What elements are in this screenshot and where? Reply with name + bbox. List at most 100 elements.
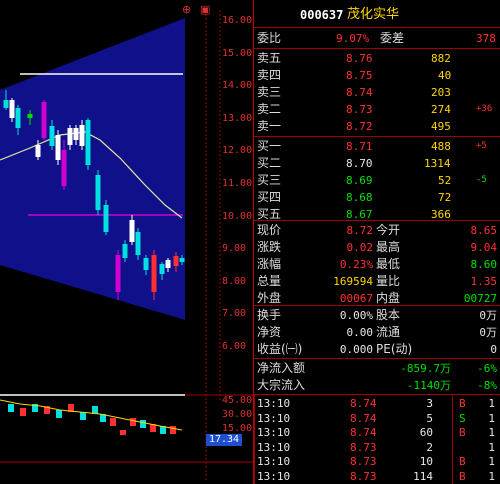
order-volume: 1314 <box>424 157 451 170</box>
order-volume: 488 <box>431 140 451 153</box>
tick-row: 13:10 8.74 60 B 1 <box>254 425 500 440</box>
quote-value: 169594 <box>333 275 373 288</box>
quote-row: 换手 0.00% 股本 0万 <box>254 307 500 324</box>
candle-body <box>15 108 21 128</box>
quote-value: 0.23% <box>339 258 373 271</box>
tick-time: 13:10 <box>257 455 291 469</box>
order-change: +5 <box>476 141 487 151</box>
order-price: 8.76 <box>346 52 373 65</box>
quote-value: 0万 <box>479 309 497 322</box>
quote-label: 净资 <box>257 325 282 339</box>
order-price: 8.69 <box>346 174 373 187</box>
tick-price: 8.74 <box>350 411 377 425</box>
indicator-value: 17.34 <box>206 434 242 446</box>
stock-name: 茂化实华 <box>347 7 400 22</box>
window-icon[interactable]: ▣ <box>200 3 210 16</box>
quote-row: 总量 169594 量比 1.35 <box>254 273 500 290</box>
order-row: 卖二 8.73 274 +36 <box>254 101 500 118</box>
order-label: 卖五 <box>257 51 282 65</box>
kline-chart-area[interactable]: ⊕ ▣ 17.34 16.00 15.00 14.00 13.00 12.00 11.00… <box>0 0 253 484</box>
order-change: +36 <box>476 104 493 114</box>
crosshair-icon[interactable]: ⊕ <box>182 3 191 16</box>
candle-body <box>41 102 47 138</box>
divider <box>254 395 255 484</box>
order-price: 8.74 <box>346 86 373 99</box>
order-row: 卖一 8.72 495 <box>254 118 500 135</box>
order-volume: 495 <box>431 120 451 133</box>
quote-value: 0.02 <box>346 241 374 254</box>
tick-row: 13:10 8.74 3 B 1 <box>254 396 500 411</box>
order-price: 8.75 <box>346 69 373 82</box>
tick-count: 1 <box>488 470 495 483</box>
volume-bars <box>8 404 176 435</box>
ratio-row: 委比 9.07% 委差 378 <box>254 30 500 47</box>
order-volume: 274 <box>431 103 451 116</box>
volume-tick: 15.00 <box>222 423 253 434</box>
quote-label: 流通 <box>376 325 401 339</box>
order-label: 卖一 <box>257 119 282 133</box>
candle-body <box>179 258 185 262</box>
tick-volume: 3 <box>426 397 433 410</box>
quote-value: 1.35 <box>470 275 498 288</box>
order-row: 买四 8.68 72 <box>254 189 500 206</box>
quote-value: 0.000 <box>339 343 373 356</box>
candle-body <box>103 205 109 232</box>
order-price: 8.68 <box>346 191 373 204</box>
order-price: 8.72 <box>346 120 373 133</box>
tick-price: 8.74 <box>350 426 377 440</box>
quote-label: 涨幅 <box>257 257 282 271</box>
price-tick: 10.00 <box>222 210 253 222</box>
quote-label: 最高 <box>376 240 401 254</box>
wb-value: 9.07% <box>336 32 370 45</box>
candle-body <box>3 100 9 108</box>
quote-value: 0.00 <box>346 326 374 339</box>
flow-value: -1140万 <box>406 379 451 392</box>
quote-label: 涨跌 <box>257 240 282 254</box>
quote-value: 0 <box>490 343 497 356</box>
quote-label: 总量 <box>257 274 282 288</box>
volume-tick: 30.00 <box>222 409 253 420</box>
tick-count: 1 <box>488 440 495 454</box>
price-tick: 13.00 <box>222 112 253 124</box>
divider <box>452 395 453 484</box>
volume-bar <box>110 418 116 426</box>
quote-label: 最低 <box>376 257 401 271</box>
tick-volume: 114 <box>413 470 433 483</box>
tick-volume: 5 <box>426 411 433 425</box>
flow-pct: -6% <box>477 362 497 375</box>
quote-label: 换手 <box>257 308 282 322</box>
candle-body <box>49 126 55 146</box>
quote-value: 8.72 <box>346 224 374 237</box>
stock-header: 000637 茂化实华 <box>254 5 500 25</box>
tick-volume: 60 <box>419 426 433 440</box>
order-label: 卖四 <box>257 68 282 82</box>
price-tick: 8.00 <box>222 275 247 287</box>
candle-body <box>95 175 101 210</box>
quote-value: 0.00% <box>339 309 373 322</box>
candle-body <box>55 135 61 160</box>
quote-label: 收益(㈠) <box>257 342 303 356</box>
order-row: 卖五 8.76 882 <box>254 50 500 67</box>
order-price: 8.70 <box>346 157 373 170</box>
tick-count: 1 <box>488 426 495 440</box>
candle-body <box>115 255 121 292</box>
wc-value: 378 <box>476 32 496 45</box>
flow-row: 净流入额 -859.7万 -6% <box>254 360 500 377</box>
quote-value: 9.04 <box>470 241 498 254</box>
candle-body <box>122 244 128 258</box>
order-label: 买一 <box>257 139 282 153</box>
tick-volume: 2 <box>426 440 433 454</box>
quote-label: 股本 <box>376 308 401 322</box>
quote-row: 现价 8.72 今开 8.65 <box>254 222 500 239</box>
candle-body <box>79 125 85 146</box>
price-tick: 12.00 <box>222 145 253 157</box>
quote-row: 收益(㈠) 0.000 PE(动) 0 <box>254 341 500 358</box>
order-change: -5 <box>476 175 487 185</box>
kline-chart[interactable] <box>0 0 253 484</box>
candle-body <box>135 232 141 255</box>
order-volume: 882 <box>431 52 451 65</box>
quote-value: 8.60 <box>470 258 498 271</box>
candle-body <box>85 120 91 165</box>
volume-bar <box>130 418 136 426</box>
tick-price: 8.74 <box>350 397 377 410</box>
